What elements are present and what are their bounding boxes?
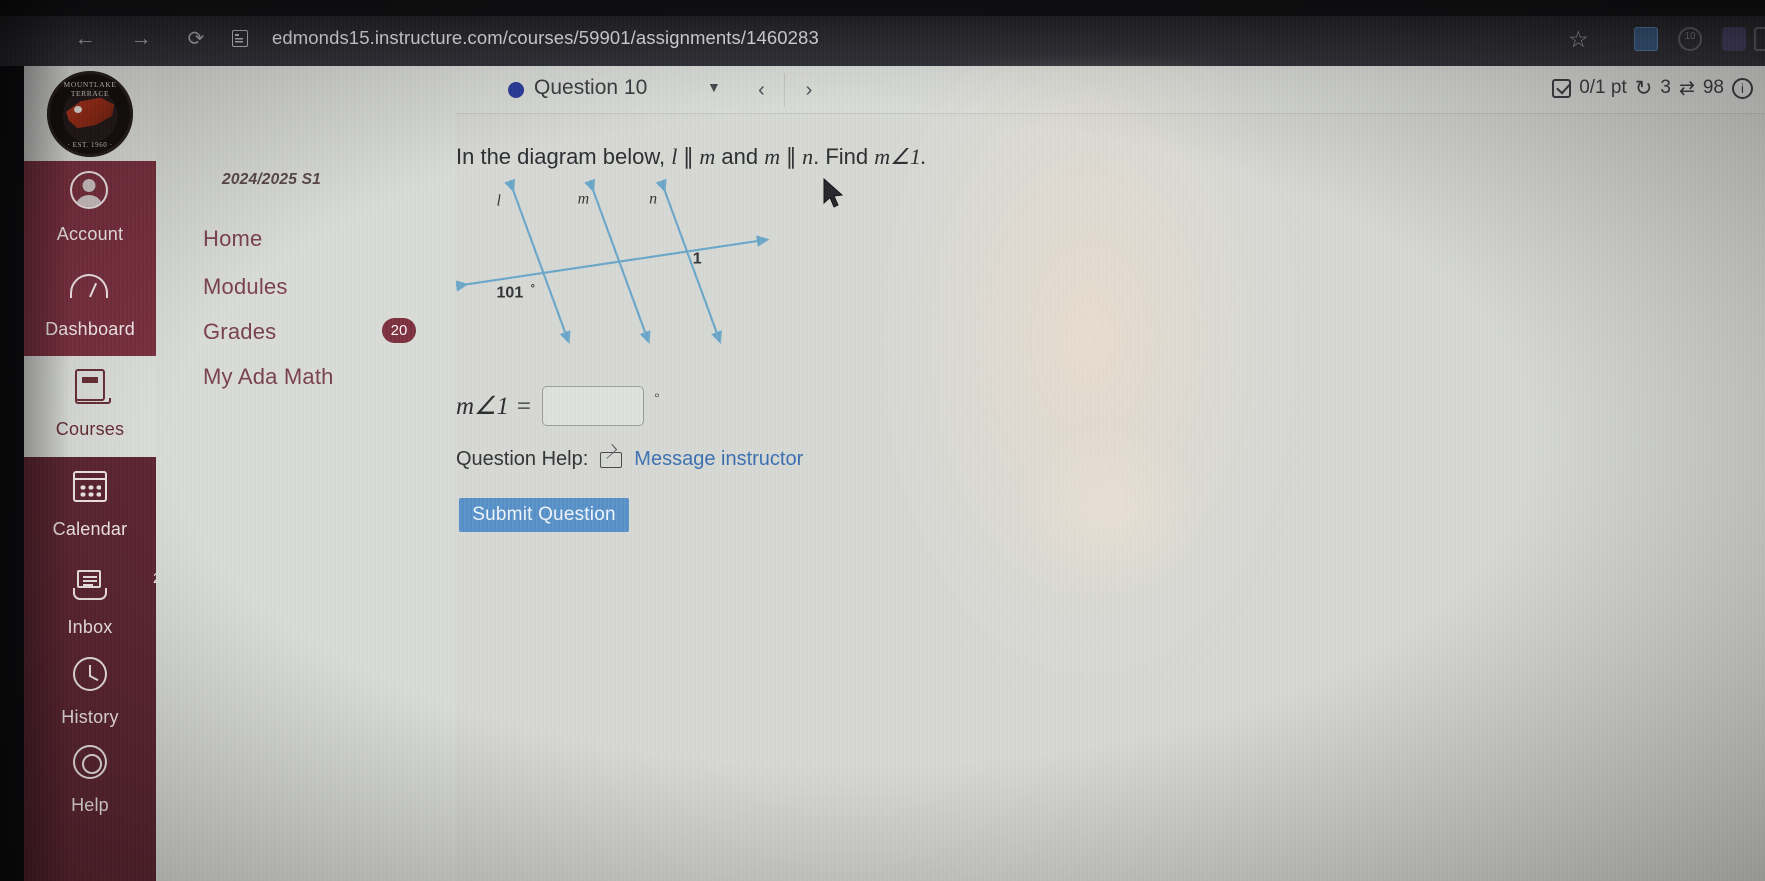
inbox-icon: 2 — [70, 564, 161, 604]
question-help-row: Question Help: Message instructor — [456, 448, 803, 471]
address-bar[interactable]: edmonds15.instructure.com/courses/59901/… — [272, 27, 819, 49]
sidebar-item-courses[interactable]: Courses — [24, 356, 156, 456]
sidebar-item-dashboard[interactable]: Dashboard — [24, 256, 156, 356]
logo-top-text: MOUNTLAKE TERRACE — [63, 79, 117, 98]
answer-label: m∠1 = — [456, 393, 533, 420]
geometry-diagram: l m n 101 ° 1 — [455, 176, 776, 356]
sidebar-item-history[interactable]: History — [24, 644, 156, 744]
course-navigation: 2024/2025 S1 Home Modules Grades 20 My A… — [156, 66, 456, 881]
bookmark-star-icon[interactable] — [1568, 27, 1592, 51]
reload-button[interactable]: ⟳ — [183, 28, 209, 50]
sidebar-item-label: Help — [71, 795, 109, 815]
envelope-icon — [600, 451, 623, 468]
label-line-m2: m — [764, 144, 781, 169]
degree-symbol: ° — [654, 390, 660, 406]
screen-photo: ← → ⟳ edmonds15.instructure.com/courses/… — [0, 0, 1765, 881]
sidebar-item-label: Dashboard — [45, 319, 135, 339]
label-line-n: n — [802, 144, 814, 169]
course-nav-item-home[interactable]: Home — [203, 226, 263, 252]
school-logo-tile[interactable]: MOUNTLAKE TERRACE · EST. 1960 · — [24, 66, 156, 161]
extension-icon-1[interactable] — [1634, 27, 1658, 51]
calendar-icon — [70, 466, 110, 506]
hawk-icon — [66, 97, 114, 129]
parallel-symbol-2: ∥ — [785, 144, 797, 169]
answer-input[interactable] — [542, 386, 645, 426]
submit-question-button[interactable]: Submit Question — [459, 498, 629, 532]
info-icon[interactable]: i — [1732, 77, 1753, 99]
help-icon — [70, 742, 110, 782]
transversal-line — [455, 235, 770, 292]
sidebar-item-label: Calendar — [52, 519, 128, 539]
sidebar-item-calendar[interactable]: Calendar — [24, 456, 156, 556]
message-instructor-link[interactable]: Message instructor — [634, 448, 803, 471]
sidebar-item-label: Account — [56, 224, 124, 244]
clock-icon — [70, 654, 110, 694]
attempts-value: 3 — [1660, 77, 1671, 98]
parallel-symbol-1: ∥ — [682, 144, 694, 169]
parallel-line-n — [655, 178, 722, 345]
prompt-suffix: . Find — [813, 144, 875, 169]
extension-icon-4[interactable] — [1754, 27, 1765, 51]
question-help-label: Question Help: — [456, 448, 589, 470]
hawk-eye — [74, 105, 82, 113]
diagram-label-n: n — [649, 191, 657, 208]
sidebar-item-help[interactable]: Help — [24, 732, 156, 832]
diagram-label-m: m — [578, 191, 590, 208]
question-prompt: In the diagram below, l ∥ m and m ∥ n. F… — [456, 144, 926, 170]
global-navigation: MOUNTLAKE TERRACE · EST. 1960 · Account … — [24, 66, 161, 881]
back-button[interactable]: ← — [72, 28, 98, 50]
extension-icon-2[interactable] — [1678, 27, 1702, 51]
book-icon — [70, 366, 111, 406]
diagram-angle-one-label: 1 — [693, 250, 702, 267]
person-icon — [70, 171, 110, 211]
extension-icon-3[interactable] — [1722, 27, 1746, 51]
answer-row: m∠1 = ° — [456, 386, 660, 426]
label-line-m: m — [699, 144, 716, 169]
sidebar-item-label: Courses — [55, 419, 125, 439]
page-viewport: MOUNTLAKE TERRACE · EST. 1960 · Account … — [0, 66, 1765, 881]
diagram-label-l: l — [497, 193, 502, 210]
sidebar-item-account[interactable]: Account — [24, 161, 156, 261]
browser-tab-strip — [0, 0, 1765, 16]
course-nav-item-grades[interactable]: Grades — [203, 319, 276, 345]
sidebar-item-label: History — [61, 707, 119, 727]
previous-question-button[interactable]: ‹ — [739, 73, 785, 107]
question-header-bar: Question 10 ▼ ‹ › 0/1 pt ↻ 3 ⇄ 98 i — [456, 66, 1765, 114]
screen-bezel-left — [0, 66, 24, 881]
school-logo: MOUNTLAKE TERRACE · EST. 1960 · — [47, 70, 133, 157]
course-term-label: 2024/2025 S1 — [222, 171, 321, 188]
logo-bottom-text: · EST. 1960 · — [67, 140, 113, 149]
prompt-prefix: In the diagram below, — [456, 144, 672, 169]
checkbox-icon — [1552, 78, 1572, 98]
next-question-button[interactable]: › — [786, 73, 832, 107]
site-info-icon[interactable] — [232, 30, 248, 47]
question-title: Question 10 — [534, 76, 648, 99]
similar-count: 98 — [1702, 77, 1724, 98]
sidebar-item-label: Inbox — [67, 617, 113, 637]
diagram-angle-value: 101 — [497, 284, 524, 301]
diagram-svg: l m n 101 ° 1 — [455, 178, 770, 345]
question-status-dot — [508, 82, 524, 98]
prompt-conjunction: and — [715, 144, 765, 169]
main-content: Question 10 ▼ ‹ › 0/1 pt ↻ 3 ⇄ 98 i In t… — [455, 66, 1765, 881]
find-expression: m∠1. — [874, 144, 927, 169]
parallel-line-l — [504, 178, 571, 345]
browser-chrome: ← → ⟳ edmonds15.instructure.com/courses/… — [0, 0, 1765, 66]
sidebar-item-inbox[interactable]: 2 Inbox — [24, 554, 161, 654]
gauge-icon — [70, 266, 110, 306]
chevron-down-icon[interactable]: ▼ — [707, 79, 721, 95]
course-nav-item-my-ada-math[interactable]: My Ada Math — [203, 364, 334, 390]
forward-button[interactable]: → — [128, 28, 154, 50]
label-line-l: l — [671, 144, 678, 169]
diagram-degree-symbol: ° — [531, 283, 535, 295]
grades-badge: 20 — [382, 318, 416, 343]
points-value: 0/1 pt — [1579, 77, 1627, 98]
question-status-group: 0/1 pt ↻ 3 ⇄ 98 i — [1552, 77, 1753, 99]
undo-icon[interactable]: ↻ — [1635, 78, 1653, 99]
course-nav-item-modules[interactable]: Modules — [203, 274, 288, 300]
shuffle-icon[interactable]: ⇄ — [1679, 79, 1695, 98]
